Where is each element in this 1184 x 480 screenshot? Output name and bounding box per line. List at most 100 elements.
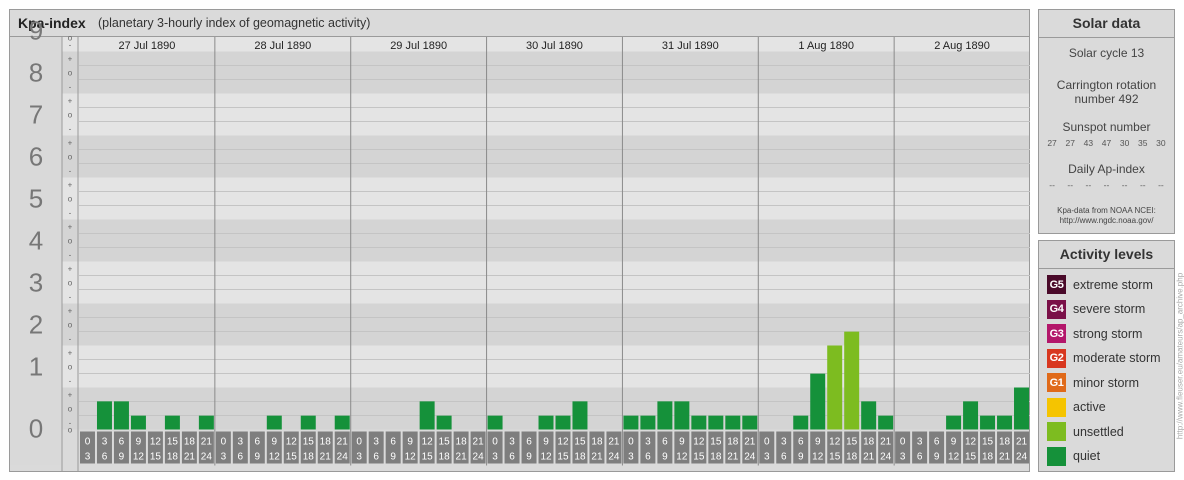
kp-bar [844, 331, 860, 430]
legend-label: extreme storm [1073, 277, 1153, 292]
interval-end-label: 15 [422, 452, 434, 463]
interval-end-label: 18 [574, 452, 586, 463]
sub-tick-label: + [68, 391, 73, 400]
kp-bar [538, 415, 554, 430]
ap-value: -- [1049, 180, 1055, 190]
interval-end-label: 6 [373, 452, 379, 463]
interval-end-label: 9 [390, 452, 396, 463]
data-credit: Kpa-data from NOAA NCEI: http://www.ngdc… [1039, 206, 1174, 226]
interval-start-label: 18 [999, 437, 1011, 448]
sub-tick-label: o [68, 34, 73, 43]
interval-start-label: 6 [119, 437, 125, 448]
interval-start-label: 18 [863, 437, 875, 448]
ap-value: -- [1158, 180, 1164, 190]
legend-strong-storm: G3 strong storm [1047, 324, 1142, 343]
sub-tick-label: + [68, 181, 73, 190]
sub-tick-label: o [68, 69, 73, 78]
interval-start-label: 21 [744, 437, 756, 448]
interval-end-label: 21 [320, 452, 332, 463]
interval-start-label: 0 [492, 437, 498, 448]
kp-bar [487, 415, 503, 430]
interval-end-label: 9 [526, 452, 532, 463]
y-tick-label: 9 [29, 16, 43, 46]
kp-bar [963, 401, 979, 430]
sub-tick-label: o [68, 321, 73, 330]
legend-severe-storm: G4 severe storm [1047, 299, 1145, 319]
carrington-line1: Carrington rotation [1056, 78, 1157, 92]
interval-start-label: 9 [951, 437, 957, 448]
kp-bar [640, 415, 656, 430]
interval-end-label: 15 [965, 452, 977, 463]
interval-end-label: 3 [492, 452, 498, 463]
interval-end-label: 12 [812, 452, 824, 463]
y-tick-label: 1 [29, 352, 43, 382]
kp-bar [130, 415, 146, 430]
kp-band [10, 135, 1029, 178]
interval-end-label: 6 [509, 452, 515, 463]
ap-index-values: -- -- -- -- -- -- -- [1039, 180, 1174, 190]
interval-start-label: 15 [982, 437, 994, 448]
ap-value: -- [1085, 180, 1092, 190]
interval-start-label: 6 [255, 437, 261, 448]
sub-tick-label: + [68, 265, 73, 274]
kp-bar [878, 415, 894, 430]
interval-start-label: 9 [407, 437, 413, 448]
sub-tick-label: + [68, 349, 73, 358]
interval-end-label: 24 [1016, 452, 1028, 463]
interval-start-label: 9 [136, 437, 142, 448]
interval-start-label: 15 [303, 437, 315, 448]
solar-cycle: Solar cycle 13 [1068, 46, 1145, 60]
interval-end-label: 15 [693, 452, 705, 463]
interval-end-label: 3 [221, 452, 227, 463]
interval-start-label: 21 [608, 437, 620, 448]
sunspot-value: 30 [1119, 138, 1130, 148]
kp-bar [113, 401, 129, 430]
kp-bar [96, 401, 112, 430]
kp-band [10, 303, 1029, 346]
day-label: 27 Jul 1890 [118, 40, 175, 52]
interval-end-label: 6 [238, 452, 244, 463]
kp-bar [742, 415, 758, 430]
interval-start-label: 15 [710, 437, 722, 448]
sub-tick-label: - [69, 293, 72, 302]
interval-start-label: 12 [422, 437, 434, 448]
interval-start-label: 3 [373, 437, 379, 448]
interval-end-label: 18 [982, 452, 994, 463]
sunspot-value: 43 [1083, 138, 1094, 148]
interval-end-label: 24 [744, 452, 756, 463]
sunspot-value: 35 [1138, 138, 1148, 148]
sunspot-value: 30 [1156, 138, 1166, 148]
g1-badge: G1 [1047, 373, 1066, 392]
interval-start-label: 21 [201, 437, 213, 448]
kp-bar [997, 415, 1013, 430]
interval-end-label: 3 [628, 452, 634, 463]
sub-tick-label: o [68, 426, 73, 435]
legend-label: minor storm [1073, 375, 1139, 390]
kp-bar [980, 415, 996, 430]
interval-start-label: 9 [815, 437, 821, 448]
interval-start-label: 12 [965, 437, 977, 448]
legend-moderate-storm: G2 moderate storm [1047, 348, 1161, 368]
interval-start-label: 21 [473, 437, 485, 448]
interval-end-label: 6 [645, 452, 651, 463]
ap-value: -- [1121, 180, 1128, 190]
legend-label: strong storm [1073, 326, 1143, 341]
sunspot-values: 27 27 43 47 30 35 30 [1039, 138, 1174, 148]
legend-quiet: quiet [1047, 446, 1100, 466]
interval-end-label: 18 [303, 452, 315, 463]
solar-data-panel: Solar data Solar cycle 13 Carrington rot… [1038, 9, 1175, 234]
sub-tick-label: - [69, 167, 72, 176]
ap-value: -- [1067, 180, 1074, 190]
g3-badge: G3 [1047, 324, 1066, 343]
interval-end-label: 21 [591, 452, 603, 463]
interval-start-label: 12 [557, 437, 569, 448]
interval-end-label: 21 [456, 452, 468, 463]
interval-start-label: 3 [917, 437, 923, 448]
sunspot-value: 47 [1101, 138, 1112, 148]
interval-end-label: 12 [676, 452, 688, 463]
interval-end-label: 12 [269, 452, 281, 463]
interval-end-label: 9 [934, 452, 940, 463]
activity-levels-title: Activity levels [1039, 241, 1174, 269]
credit-link[interactable]: http://www.ngdc.noaa.gov/ [1039, 216, 1174, 226]
side-url: http://www.fleuser.eu/amateurs/ap_archiv… [1176, 240, 1184, 472]
